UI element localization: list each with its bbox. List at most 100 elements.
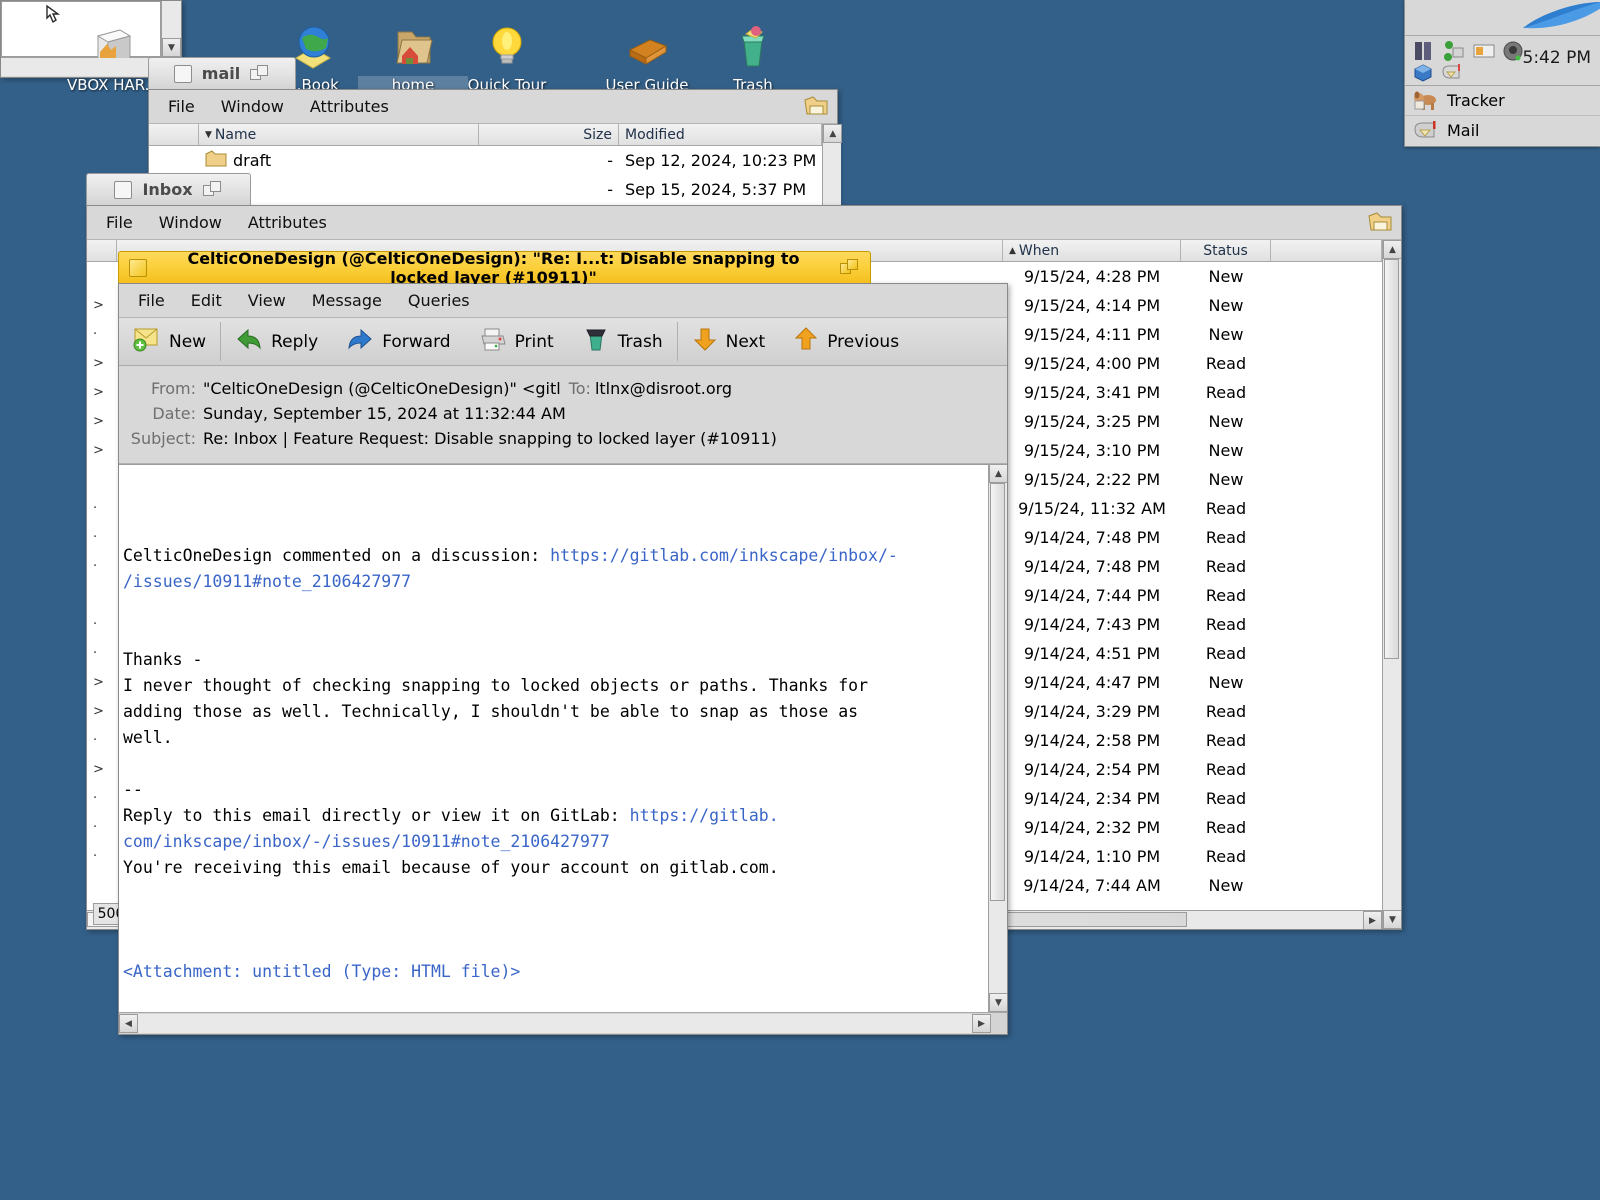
row-thread-marker: · — [93, 791, 98, 806]
scroll-up-icon[interactable]: ▲ — [1383, 240, 1401, 259]
tracker-corner-icon[interactable] — [803, 94, 829, 118]
scroll-track[interactable] — [138, 1014, 972, 1033]
resize-handle[interactable] — [991, 1014, 1007, 1033]
reply-button[interactable]: Reply — [221, 318, 332, 365]
from-value[interactable]: "CelticOneDesign (@CelticOneDesign)" <gi… — [203, 379, 561, 398]
mail-folder-column-headers[interactable]: ▼ Name Size Modified — [149, 124, 823, 146]
row-status: Read — [1205, 818, 1247, 837]
row-when: 9/14/24, 2:58 PM — [1023, 731, 1161, 750]
scroll-down-icon[interactable]: ▼ — [1383, 910, 1401, 929]
row-when: 9/15/24, 11:32 AM — [1018, 499, 1166, 518]
scroll-track[interactable] — [1, 58, 164, 76]
column-when[interactable]: ▲ When — [1003, 240, 1181, 261]
forward-button[interactable]: Forward — [332, 318, 464, 365]
trash-button[interactable]: Trash — [568, 318, 677, 365]
column-gutter[interactable] — [87, 240, 117, 261]
column-name[interactable]: ▼ Name — [199, 124, 479, 145]
body-sig-link-a[interactable]: https://gitlab. — [630, 806, 779, 825]
column-modified[interactable]: Modified — [619, 124, 823, 145]
row-when: 9/14/24, 7:43 PM — [1023, 615, 1161, 634]
body-line1-link[interactable]: https://gitlab.com/inkscape/inbox/- — [550, 546, 898, 565]
previous-button[interactable]: Previous — [779, 318, 913, 365]
body-line2-link[interactable]: /issues/10911#note_2106427977 — [123, 572, 411, 591]
close-icon[interactable] — [129, 258, 147, 277]
row-when: 9/14/24, 7:48 PM — [1023, 528, 1161, 547]
menu-queries[interactable]: Queries — [395, 288, 483, 313]
power-icon[interactable] — [1502, 40, 1524, 66]
scroll-up-icon[interactable]: ▲ — [823, 124, 843, 143]
scroll-track[interactable] — [1383, 259, 1401, 910]
scroll-right-icon[interactable]: ▶ — [972, 1014, 991, 1033]
new-button[interactable]: New — [119, 318, 220, 365]
vbox-guest-icon[interactable] — [1413, 63, 1433, 87]
column-size[interactable]: Size — [479, 124, 619, 145]
mail-reader-window-tab[interactable]: CelticOneDesign (@CelticOneDesign): "Re:… — [118, 249, 871, 287]
deskbar-item-tracker[interactable]: Tracker — [1405, 86, 1600, 116]
zoom-icon[interactable] — [840, 258, 860, 277]
mail-reader-toolbar[interactable]: New Reply Forward Print Trash Next Previ… — [119, 318, 1007, 366]
close-icon[interactable] — [114, 180, 133, 199]
haiku-leaf-logo[interactable] — [1405, 0, 1600, 36]
menu-view[interactable]: View — [235, 288, 299, 313]
menu-window[interactable]: Window — [208, 94, 297, 119]
scroll-right-icon[interactable]: ▶ — [1363, 911, 1382, 929]
scroll-down-icon[interactable]: ▼ — [989, 993, 1007, 1012]
scroll-up-icon[interactable]: ▲ — [989, 464, 1007, 483]
mail-folder-menubar[interactable]: File Window Attributes — [149, 90, 837, 124]
row-status: Read — [1205, 644, 1247, 663]
scroll-track[interactable] — [989, 483, 1007, 993]
row-when: 9/15/24, 4:28 PM — [1023, 267, 1161, 286]
inbox-vertical-scrollbar[interactable]: ▲ ▼ — [1382, 240, 1401, 929]
mail-reader-menubar[interactable]: File Edit View Message Queries — [119, 284, 1007, 318]
scroll-left-icon[interactable]: ◀ — [119, 1014, 138, 1033]
inbox-window-tab[interactable]: Inbox — [86, 173, 251, 205]
menu-attributes[interactable]: Attributes — [235, 210, 340, 235]
column-extra[interactable] — [1271, 240, 1382, 261]
menu-file[interactable]: File — [93, 210, 146, 235]
keymap-icon[interactable] — [1473, 43, 1495, 63]
menu-file[interactable]: File — [125, 288, 178, 313]
body-attachment-line[interactable]: <Attachment: untitled (Type: HTML file)> — [123, 962, 520, 981]
mail-reader-vertical-scrollbar[interactable]: ▲ ▼ — [988, 464, 1007, 1012]
column-status[interactable]: Status — [1181, 240, 1271, 261]
window-tab-row: mail — [148, 57, 838, 89]
deskbar-tray[interactable]: 5:42 PM — [1405, 36, 1600, 86]
mail-notify-icon[interactable] — [1441, 63, 1463, 87]
tracker-corner-icon[interactable] — [1367, 210, 1393, 234]
deskbar-clock[interactable]: 5:42 PM — [1523, 48, 1592, 68]
scroll-thumb[interactable] — [990, 483, 1005, 901]
menu-window[interactable]: Window — [146, 210, 235, 235]
scroll-thumb[interactable] — [1384, 259, 1399, 659]
row-status: New — [1208, 267, 1244, 286]
row-when: 9/15/24, 3:41 PM — [1023, 383, 1161, 402]
body-para1: Thanks - I never thought of checking sna… — [123, 650, 869, 747]
deskbar[interactable]: 5:42 PM Tracker Mail — [1404, 0, 1600, 147]
subject-value[interactable]: Re: Inbox | Feature Request: Disable sna… — [203, 429, 777, 448]
mail-reader-window[interactable]: CelticOneDesign (@CelticOneDesign): "Re:… — [118, 249, 1008, 1035]
zoom-icon[interactable] — [250, 64, 270, 83]
column-icon[interactable] — [149, 124, 199, 145]
menu-message[interactable]: Message — [299, 288, 395, 313]
to-value[interactable]: ltlnx@disroot.org — [595, 379, 732, 398]
zoom-icon[interactable] — [202, 180, 223, 199]
row-status: New — [1208, 412, 1244, 431]
mail-reader-status-strip[interactable]: ◀ ▶ — [119, 1012, 1007, 1034]
deskbar-item-mail[interactable]: Mail — [1405, 116, 1600, 146]
body-sig-link-b[interactable]: com/inkscape/inbox/-/issues/10911#note_2… — [123, 832, 610, 851]
print-button[interactable]: Print — [465, 318, 568, 365]
row-when: 9/14/24, 2:34 PM — [1023, 789, 1161, 808]
inbox-menubar[interactable]: File Window Attributes — [87, 206, 1401, 240]
next-button[interactable]: Next — [678, 318, 780, 365]
mail-body-text[interactable]: CelticOneDesign commented on a discussio… — [119, 464, 988, 1012]
row-status: Read — [1205, 760, 1247, 779]
sort-ascending-icon: ▼ — [205, 129, 212, 140]
menu-attributes[interactable]: Attributes — [297, 94, 402, 119]
table-row[interactable]: draft - Sep 12, 2024, 10:23 PM — [149, 146, 822, 175]
close-icon[interactable] — [173, 64, 192, 83]
column-label: Size — [583, 126, 612, 143]
menu-edit[interactable]: Edit — [178, 288, 235, 313]
mouse-cursor — [44, 4, 66, 30]
menu-file[interactable]: File — [155, 94, 208, 119]
mail-folder-window-tab[interactable]: mail — [148, 57, 296, 89]
scroll-track[interactable] — [162, 1, 181, 38]
